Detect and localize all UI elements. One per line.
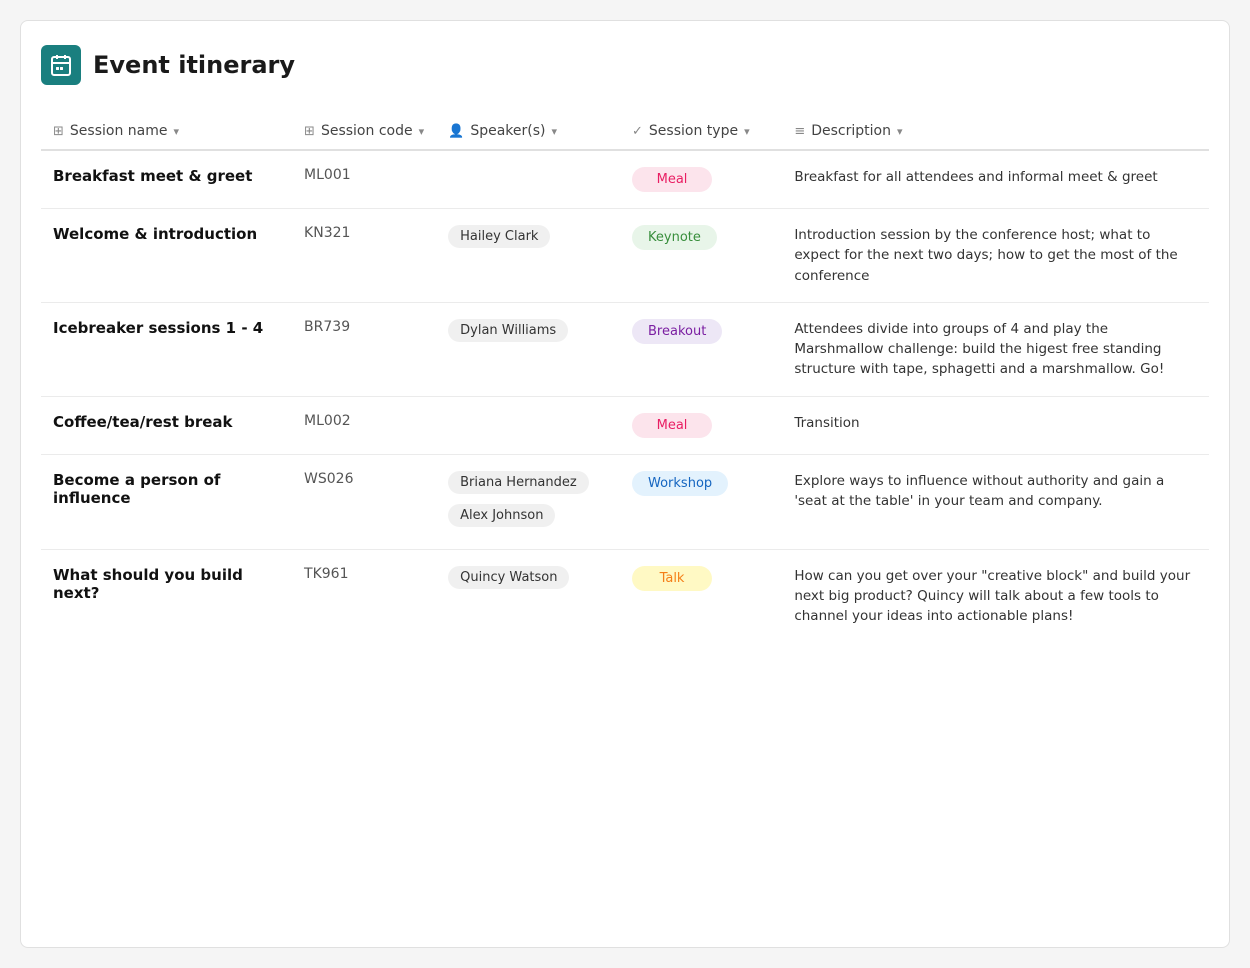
session-type-badge: Breakout	[632, 319, 722, 344]
calendar-icon	[41, 45, 81, 85]
session-code-cell: BR739	[292, 302, 436, 396]
chevron-down-icon: ▾	[744, 125, 750, 138]
col-type-label: Session type	[649, 123, 738, 139]
col-desc-label: Description	[811, 123, 891, 139]
chevron-down-icon: ▾	[173, 125, 179, 138]
description-cell: Attendees divide into groups of 4 and pl…	[782, 302, 1209, 396]
session-name-cell: What should you build next?	[41, 549, 292, 642]
page-title: Event itinerary	[93, 51, 295, 79]
session-type-badge: Workshop	[632, 471, 728, 496]
col-speaker-label: Speaker(s)	[470, 123, 545, 139]
description-cell: How can you get over your "creative bloc…	[782, 549, 1209, 642]
page-header: Event itinerary	[41, 45, 1209, 85]
session-code: ML002	[304, 413, 351, 429]
session-name-cell: Welcome & introduction	[41, 209, 292, 303]
table-icon: ⊞	[304, 124, 315, 139]
session-code-cell: TK961	[292, 549, 436, 642]
col-name-label: Session name	[70, 123, 168, 139]
person-icon: 👤	[448, 124, 464, 139]
session-code-cell: WS026	[292, 454, 436, 549]
speakers-cell: Briana Hernandez Alex Johnson	[436, 454, 620, 549]
session-code-cell: ML002	[292, 396, 436, 454]
session-type-cell: Meal	[620, 150, 782, 209]
table-row: Icebreaker sessions 1 - 4 BR739 Dylan Will…	[41, 302, 1209, 396]
session-type-badge: Talk	[632, 566, 712, 591]
session-name-cell: Icebreaker sessions 1 - 4	[41, 302, 292, 396]
description-text: Introduction session by the conference h…	[794, 227, 1177, 284]
description-text: Breakfast for all attendees and informal…	[794, 169, 1157, 185]
description-cell: Transition	[782, 396, 1209, 454]
col-header-speaker[interactable]: 👤 Speaker(s) ▾	[436, 113, 620, 150]
table-row: Become a person of influence WS026 Briana …	[41, 454, 1209, 549]
lines-icon: ≡	[794, 124, 805, 139]
chevron-down-icon: ▾	[419, 125, 425, 138]
col-code-label: Session code	[321, 123, 413, 139]
speakers-cell: Quincy Watson	[436, 549, 620, 642]
table-row: Coffee/tea/rest break ML002 Meal Transition	[41, 396, 1209, 454]
main-container: Event itinerary ⊞ Session name ▾ ⊞ Sessi…	[20, 20, 1230, 948]
table-icon: ⊞	[53, 124, 64, 139]
session-name: Become a person of influence	[53, 471, 220, 507]
session-name: Coffee/tea/rest break	[53, 413, 233, 431]
check-icon: ✓	[632, 124, 643, 139]
session-code: WS026	[304, 471, 353, 487]
speaker-chip: Quincy Watson	[448, 566, 569, 589]
session-name-cell: Coffee/tea/rest break	[41, 396, 292, 454]
col-header-code[interactable]: ⊞ Session code ▾	[292, 113, 436, 150]
table-row: What should you build next? TK961 Quincy W…	[41, 549, 1209, 642]
session-code: TK961	[304, 566, 348, 582]
session-name: Welcome & introduction	[53, 225, 257, 243]
itinerary-table: ⊞ Session name ▾ ⊞ Session code ▾ 👤	[41, 113, 1209, 642]
speakers-cell	[436, 150, 620, 209]
description-text: Attendees divide into groups of 4 and pl…	[794, 321, 1164, 378]
col-header-type[interactable]: ✓ Session type ▾	[620, 113, 782, 150]
description-cell: Explore ways to influence without author…	[782, 454, 1209, 549]
session-name: Icebreaker sessions 1 - 4	[53, 319, 263, 337]
session-name: Breakfast meet & greet	[53, 167, 252, 185]
description-text: How can you get over your "creative bloc…	[794, 568, 1190, 625]
session-code-cell: KN321	[292, 209, 436, 303]
table-header-row: ⊞ Session name ▾ ⊞ Session code ▾ 👤	[41, 113, 1209, 150]
description-text: Transition	[794, 415, 859, 431]
speaker-chip: Alex Johnson	[448, 504, 555, 527]
col-header-name[interactable]: ⊞ Session name ▾	[41, 113, 292, 150]
speaker-chip: Briana Hernandez	[448, 471, 589, 494]
session-code-cell: ML001	[292, 150, 436, 209]
speaker-chip: Dylan Williams	[448, 319, 568, 342]
speakers-cell: Dylan Williams	[436, 302, 620, 396]
speakers-cell: Hailey Clark	[436, 209, 620, 303]
session-name-cell: Become a person of influence	[41, 454, 292, 549]
description-cell: Breakfast for all attendees and informal…	[782, 150, 1209, 209]
col-header-description[interactable]: ≡ Description ▾	[782, 113, 1209, 150]
session-type-badge: Meal	[632, 167, 712, 192]
session-type-cell: Meal	[620, 396, 782, 454]
session-type-cell: Workshop	[620, 454, 782, 549]
session-name: What should you build next?	[53, 566, 243, 602]
table-row: Breakfast meet & greet ML001 Meal Breakfast…	[41, 150, 1209, 209]
session-type-cell: Breakout	[620, 302, 782, 396]
session-type-badge: Meal	[632, 413, 712, 438]
session-type-cell: Talk	[620, 549, 782, 642]
session-code: ML001	[304, 167, 351, 183]
session-code: BR739	[304, 319, 350, 335]
speaker-chip: Hailey Clark	[448, 225, 550, 248]
chevron-down-icon: ▾	[897, 125, 903, 138]
table-row: Welcome & introduction KN321 Hailey Clark K…	[41, 209, 1209, 303]
session-type-cell: Keynote	[620, 209, 782, 303]
speakers-cell	[436, 396, 620, 454]
session-code: KN321	[304, 225, 350, 241]
description-cell: Introduction session by the conference h…	[782, 209, 1209, 303]
session-type-badge: Keynote	[632, 225, 717, 250]
chevron-down-icon: ▾	[551, 125, 557, 138]
session-name-cell: Breakfast meet & greet	[41, 150, 292, 209]
description-text: Explore ways to influence without author…	[794, 473, 1164, 509]
